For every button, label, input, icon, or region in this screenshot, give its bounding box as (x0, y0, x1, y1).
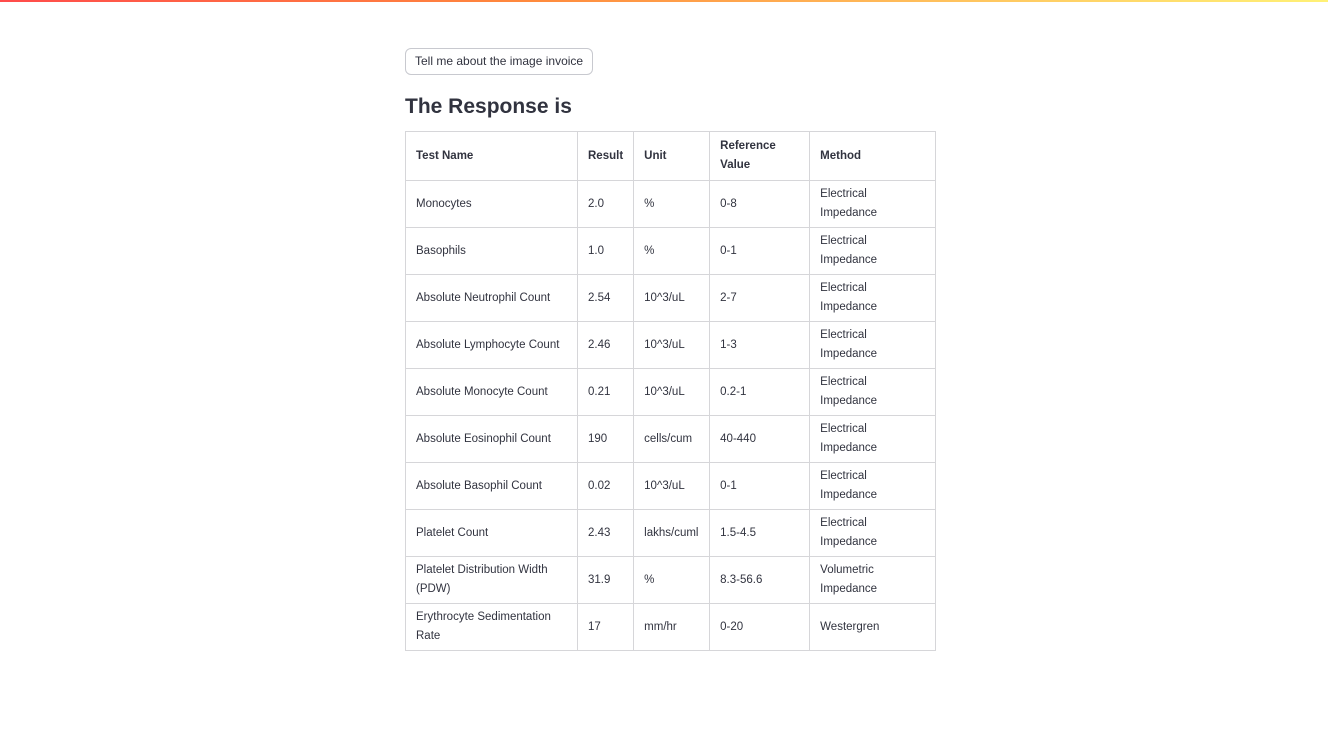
cell-test-name: Basophils (405, 227, 578, 275)
cell-unit: % (633, 556, 711, 604)
cell-unit: 10^3/uL (633, 368, 711, 416)
cell-result: 0.21 (576, 368, 635, 416)
cell-method: Volumetric Impedance (809, 556, 937, 604)
cell-result: 0.02 (576, 462, 635, 510)
cell-method: Electrical Impedance (809, 274, 937, 322)
cell-method: Electrical Impedance (809, 227, 937, 275)
cell-test-name: Monocytes (405, 180, 578, 228)
cell-reference-value: 0-1 (709, 462, 811, 510)
cell-unit: 10^3/uL (633, 321, 711, 369)
cell-result: 2.0 (576, 180, 635, 228)
cell-reference-value: 1-3 (709, 321, 811, 369)
main-content: Tell me about the image invoice The Resp… (405, 48, 945, 651)
cell-reference-value: 40-440 (709, 415, 811, 463)
describe-invoice-button[interactable]: Tell me about the image invoice (405, 48, 594, 75)
cell-test-name: Erythrocyte Sedimentation Rate (405, 603, 578, 651)
cell-method: Electrical Impedance (809, 509, 937, 557)
header-unit: Unit (633, 131, 711, 181)
cell-method: Electrical Impedance (809, 180, 937, 228)
cell-reference-value: 8.3-56.6 (709, 556, 811, 604)
cell-unit: 10^3/uL (633, 462, 711, 510)
cell-reference-value: 1.5-4.5 (709, 509, 811, 557)
cell-reference-value: 0-20 (709, 603, 811, 651)
cell-reference-value: 2-7 (709, 274, 811, 322)
cell-method: Electrical Impedance (809, 321, 937, 369)
cell-test-name: Absolute Monocyte Count (405, 368, 578, 416)
cell-unit: % (633, 227, 711, 275)
cell-result: 2.43 (576, 509, 635, 557)
cell-method: Westergren (809, 603, 937, 651)
header-result: Result (576, 131, 635, 181)
cell-unit: cells/cum (633, 415, 711, 463)
cell-method: Electrical Impedance (809, 462, 937, 510)
table-header-row: Test Name Result Unit Reference Value Me… (405, 131, 937, 181)
table-row: Absolute Lymphocyte Count 2.46 10^3/uL 1… (405, 321, 937, 369)
table-row: Basophils 1.0 % 0-1 Electrical Impedance (405, 227, 937, 275)
response-heading: The Response is (405, 95, 572, 118)
cell-result: 2.46 (576, 321, 635, 369)
cell-unit: mm/hr (633, 603, 711, 651)
table-row: Absolute Eosinophil Count 190 cells/cum … (405, 415, 937, 463)
cell-result: 31.9 (576, 556, 635, 604)
cell-reference-value: 0.2-1 (709, 368, 811, 416)
table-row: Monocytes 2.0 % 0-8 Electrical Impedance (405, 180, 937, 228)
table-row: Absolute Monocyte Count 0.21 10^3/uL 0.2… (405, 368, 937, 416)
cell-result: 17 (576, 603, 635, 651)
table-row: Platelet Count 2.43 lakhs/cuml 1.5-4.5 E… (405, 509, 937, 557)
cell-test-name: Absolute Eosinophil Count (405, 415, 578, 463)
cell-unit: % (633, 180, 711, 228)
cell-method: Electrical Impedance (809, 415, 937, 463)
table-row: Erythrocyte Sedimentation Rate 17 mm/hr … (405, 603, 937, 651)
cell-test-name: Absolute Basophil Count (405, 462, 578, 510)
cell-test-name: Platelet Distribution Width (PDW) (405, 556, 578, 604)
header-reference-value: Reference Value (709, 131, 811, 181)
cell-test-name: Platelet Count (405, 509, 578, 557)
cell-method: Electrical Impedance (809, 368, 937, 416)
cell-test-name: Absolute Neutrophil Count (405, 274, 578, 322)
cell-result: 2.54 (576, 274, 635, 322)
top-decoration-bar (0, 0, 1328, 2)
header-method: Method (809, 131, 937, 181)
header-test-name: Test Name (405, 131, 578, 181)
table-row: Absolute Neutrophil Count 2.54 10^3/uL 2… (405, 274, 937, 322)
cell-unit: lakhs/cuml (633, 509, 711, 557)
cell-test-name: Absolute Lymphocyte Count (405, 321, 578, 369)
results-table: Test Name Result Unit Reference Value Me… (405, 131, 937, 651)
table-row: Platelet Distribution Width (PDW) 31.9 %… (405, 556, 937, 604)
cell-result: 190 (576, 415, 635, 463)
cell-unit: 10^3/uL (633, 274, 711, 322)
cell-result: 1.0 (576, 227, 635, 275)
table-row: Absolute Basophil Count 0.02 10^3/uL 0-1… (405, 462, 937, 510)
cell-reference-value: 0-8 (709, 180, 811, 228)
cell-reference-value: 0-1 (709, 227, 811, 275)
